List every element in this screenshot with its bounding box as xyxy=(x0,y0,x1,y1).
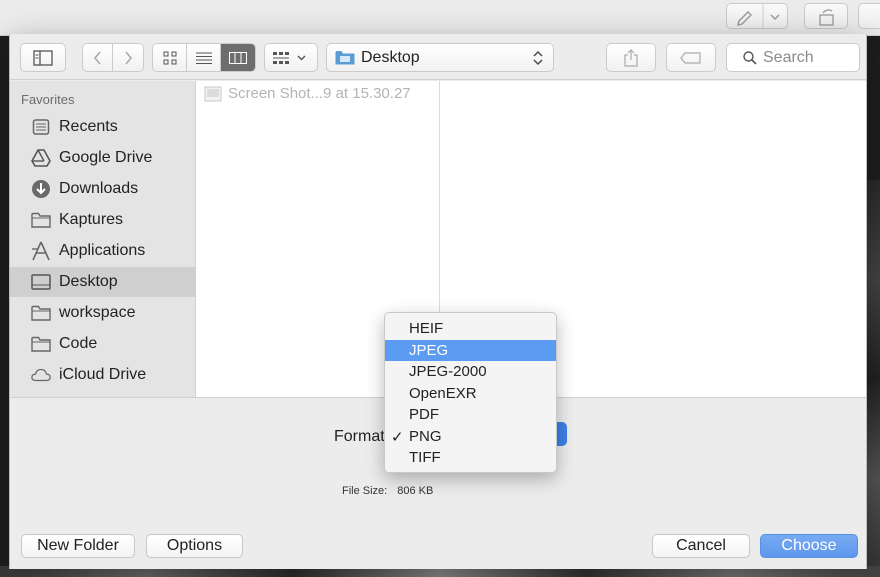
desktop-folder-icon xyxy=(335,51,355,65)
sidebar-item-label: workspace xyxy=(59,304,136,321)
sidebar-item-downloads[interactable]: Downloads xyxy=(10,174,195,204)
location-label: Desktop xyxy=(361,48,420,66)
downloads-icon xyxy=(31,179,51,199)
format-option-tiff[interactable]: TIFF xyxy=(385,447,556,469)
up-down-chevron-icon xyxy=(533,51,543,65)
format-menu: HEIF JPEG JPEG-2000 OpenEXR PDF ✓ PNG TIF… xyxy=(384,312,557,473)
new-folder-button[interactable]: New Folder xyxy=(21,534,135,558)
sidebar-item-label: Google Drive xyxy=(59,149,153,166)
rotate-icon xyxy=(819,9,834,26)
sidebar-item-label: Kaptures xyxy=(59,211,124,228)
icloud-icon xyxy=(31,365,51,385)
sidebar-item-label: Applications xyxy=(59,242,146,259)
share-icon xyxy=(624,48,638,67)
search-icon xyxy=(743,50,757,65)
sidebar-item-kaptures[interactable]: Kaptures xyxy=(10,205,195,235)
folder-icon xyxy=(31,210,51,230)
sidebar-item-label: iCloud Drive xyxy=(59,366,147,383)
sidebar-item-code[interactable]: Code xyxy=(10,329,195,359)
menu-item-label: OpenEXR xyxy=(409,384,477,402)
group-by-icon xyxy=(273,51,306,64)
sidebar-item-applications[interactable]: Applications xyxy=(10,236,195,266)
format-option-jpeg[interactable]: JPEG xyxy=(385,339,556,361)
forward-button[interactable] xyxy=(113,44,143,71)
view-mode-control xyxy=(152,43,256,72)
folder-icon xyxy=(31,303,51,323)
sidebar-icon xyxy=(33,49,53,66)
format-option-openexr[interactable]: OpenEXR xyxy=(385,383,556,405)
search-field[interactable]: Search xyxy=(726,43,860,72)
sidebar-item-label: Desktop xyxy=(59,273,118,290)
menu-item-label: JPEG xyxy=(409,341,449,359)
file-name: Screen Shot...9 at 15.30.27 xyxy=(228,85,411,102)
tag-button[interactable] xyxy=(666,43,716,72)
applications-icon xyxy=(31,241,51,261)
menu-item-label: TIFF xyxy=(409,449,441,467)
chevron-left-icon xyxy=(93,50,101,65)
sidebar-heading: Favorites xyxy=(21,92,75,107)
columns-icon xyxy=(229,51,247,64)
sidebar-item-recents[interactable]: Recents xyxy=(10,112,195,142)
tag-icon xyxy=(680,51,701,64)
sidebar-item-icloud-drive[interactable]: iCloud Drive xyxy=(10,360,195,390)
sidebar-item-desktop[interactable]: Desktop xyxy=(10,267,195,297)
icon-view-button[interactable] xyxy=(153,44,187,71)
search-placeholder: Search xyxy=(763,48,814,66)
back-forward-control xyxy=(82,43,144,72)
sidebar: Favorites Recents Google Drive Downloads… xyxy=(10,81,196,397)
menu-item-label: JPEG-2000 xyxy=(409,363,487,381)
back-button[interactable] xyxy=(83,44,113,71)
format-option-heif[interactable]: HEIF xyxy=(385,318,556,340)
list-icon xyxy=(195,52,212,64)
format-label: Format xyxy=(334,428,385,445)
folder-icon xyxy=(31,334,51,354)
column-view-button[interactable] xyxy=(221,44,255,71)
format-option-jpeg-2000[interactable]: JPEG-2000 xyxy=(385,361,556,383)
file-size-label: File Size: xyxy=(342,485,388,497)
recents-icon xyxy=(31,117,51,137)
group-by-button[interactable] xyxy=(264,43,318,72)
sidebar-item-google-drive[interactable]: Google Drive xyxy=(10,143,195,173)
sidebar-toggle-button[interactable] xyxy=(20,43,66,72)
dialog-toolbar: Desktop Search xyxy=(10,34,866,80)
chevron-right-icon xyxy=(125,50,133,65)
menu-item-label: PNG xyxy=(409,427,442,445)
file-size-row: File Size: 806 KB xyxy=(342,485,433,497)
sidebar-item-workspace[interactable]: workspace xyxy=(10,298,195,328)
format-option-pdf[interactable]: PDF xyxy=(385,404,556,426)
cancel-button[interactable]: Cancel xyxy=(652,534,750,558)
file-size-value: 806 KB xyxy=(397,485,434,497)
file-item[interactable]: Screen Shot...9 at 15.30.27 xyxy=(204,85,411,102)
desktop-icon xyxy=(31,272,51,292)
sidebar-item-label: Recents xyxy=(59,118,118,135)
dialog-footer: New Folder Options Cancel Choose xyxy=(10,517,866,569)
sidebar-item-label: Downloads xyxy=(59,180,139,197)
save-dialog: Desktop Search Favorites Recents Google … xyxy=(9,34,867,569)
format-option-png[interactable]: ✓ PNG xyxy=(385,426,556,448)
checkmark-icon: ✓ xyxy=(391,428,404,446)
choose-button[interactable]: Choose xyxy=(760,534,858,558)
background-app-toolbar xyxy=(0,0,880,36)
menu-item-label: PDF xyxy=(409,406,439,424)
pencil-icon xyxy=(737,4,780,30)
location-popup[interactable]: Desktop xyxy=(326,43,554,72)
more-button[interactable] xyxy=(858,3,880,29)
background-image xyxy=(866,180,880,577)
options-button[interactable]: Options xyxy=(146,534,243,558)
share-button[interactable] xyxy=(606,43,656,72)
image-file-icon xyxy=(204,86,222,101)
grid-icon xyxy=(163,51,176,64)
rotate-button[interactable] xyxy=(804,3,848,29)
list-view-button[interactable] xyxy=(187,44,221,71)
menu-item-label: HEIF xyxy=(409,320,444,338)
google-drive-icon xyxy=(31,148,51,168)
sidebar-item-label: Code xyxy=(59,335,98,352)
markup-button[interactable] xyxy=(726,3,788,30)
